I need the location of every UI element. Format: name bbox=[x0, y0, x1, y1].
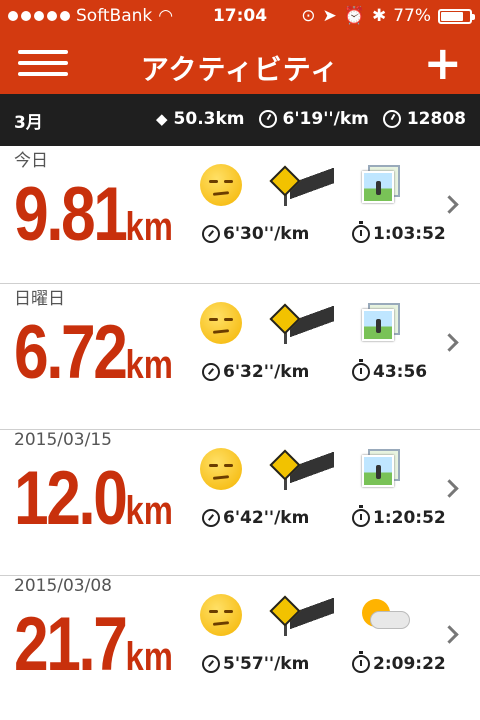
nav-bar: アクティビティ + bbox=[0, 34, 480, 94]
duration-value: 43:56 bbox=[373, 362, 428, 382]
photo-icon bbox=[362, 449, 402, 489]
alarm-icon: ⏰ bbox=[343, 6, 365, 26]
photo-icon bbox=[362, 303, 402, 343]
activity-duration: 1:20:52 bbox=[352, 505, 446, 528]
summary-calories-value: 12808 bbox=[406, 109, 466, 129]
pace-gauge-icon bbox=[202, 509, 220, 527]
activity-row[interactable]: 2015/03/08 21.7km 5'57''/km 2:09:22 bbox=[0, 576, 480, 720]
activity-pace: 6'42''/km bbox=[202, 508, 309, 528]
photo-icon bbox=[362, 165, 402, 205]
summary-month: 3月 bbox=[14, 113, 43, 133]
activity-row[interactable]: 今日 9.81km 6'30''/km 1:03:52 bbox=[0, 146, 480, 284]
distance-unit: km bbox=[125, 635, 173, 679]
pace-gauge-icon bbox=[202, 363, 220, 381]
activity-date: 今日 bbox=[14, 151, 48, 171]
activity-date: 2015/03/15 bbox=[14, 430, 112, 450]
chevron-right-icon bbox=[440, 625, 459, 644]
summary-distance-value: 50.3km bbox=[173, 109, 245, 129]
rotation-lock-icon: ⊙ bbox=[301, 6, 316, 26]
pace-value: 6'32''/km bbox=[223, 362, 310, 382]
activity-distance: 9.81km bbox=[14, 170, 173, 272]
distance-value: 21.7 bbox=[14, 602, 128, 687]
add-activity-button[interactable]: + bbox=[423, 38, 462, 88]
summary-distance: ◆ 50.3km bbox=[156, 109, 245, 129]
activity-pace: 5'57''/km bbox=[202, 654, 309, 674]
summary-pace: 6'19''/km bbox=[258, 109, 369, 129]
distance-value: 6.72 bbox=[14, 310, 128, 395]
road-route-icon bbox=[269, 302, 334, 344]
location-icon: ➤ bbox=[322, 6, 337, 26]
activity-pace: 6'30''/km bbox=[202, 224, 309, 244]
pace-value: 6'30''/km bbox=[223, 224, 310, 244]
chevron-right-icon bbox=[440, 479, 459, 498]
summary-pace-value: 6'19''/km bbox=[282, 109, 369, 129]
mood-face-icon bbox=[200, 302, 242, 344]
activity-duration: 43:56 bbox=[352, 359, 428, 382]
duration-value: 1:20:52 bbox=[373, 508, 446, 528]
stopwatch-icon bbox=[352, 651, 370, 673]
activity-distance: 12.0km bbox=[14, 454, 173, 556]
activity-date: 2015/03/08 bbox=[14, 576, 112, 596]
activity-pace: 6'32''/km bbox=[202, 362, 309, 382]
pace-value: 6'42''/km bbox=[223, 508, 310, 528]
road-route-icon bbox=[269, 448, 334, 490]
mood-face-icon bbox=[200, 594, 242, 636]
duration-value: 1:03:52 bbox=[373, 224, 446, 244]
pace-gauge-icon bbox=[258, 110, 277, 128]
status-bar: SoftBank ◠ 17:04 ⊙ ➤ ⏰ ✱ 77% bbox=[0, 0, 480, 34]
status-right: ⊙ ➤ ⏰ ✱ 77% bbox=[301, 6, 475, 26]
mood-face-icon bbox=[200, 164, 242, 206]
road-route-icon bbox=[269, 164, 334, 206]
activity-duration: 2:09:22 bbox=[352, 651, 446, 674]
stopwatch-icon bbox=[352, 505, 370, 527]
distance-value: 12.0 bbox=[14, 456, 128, 541]
pace-gauge-icon bbox=[202, 655, 220, 673]
road-route-icon bbox=[269, 594, 334, 636]
activity-row[interactable]: 日曜日 6.72km 6'32''/km 43:56 bbox=[0, 284, 480, 430]
distance-unit: km bbox=[125, 343, 173, 387]
activity-distance: 6.72km bbox=[14, 308, 173, 410]
mood-face-icon bbox=[200, 448, 242, 490]
battery-icon bbox=[438, 8, 475, 24]
bluetooth-icon: ✱ bbox=[371, 6, 387, 26]
activity-list: 今日 9.81km 6'30''/km 1:03:52 日曜日 6.72km 6… bbox=[0, 146, 480, 720]
stopwatch-icon bbox=[352, 359, 370, 381]
activity-duration: 1:03:52 bbox=[352, 221, 446, 244]
duration-value: 2:09:22 bbox=[373, 654, 446, 674]
pace-gauge-icon bbox=[202, 225, 220, 243]
summary-calories: 12808 bbox=[382, 109, 466, 129]
activity-date: 日曜日 bbox=[14, 289, 65, 309]
diamond-icon: ◆ bbox=[156, 110, 168, 128]
stopwatch-icon bbox=[352, 221, 370, 243]
distance-unit: km bbox=[125, 205, 173, 249]
distance-unit: km bbox=[125, 489, 173, 533]
activity-row[interactable]: 2015/03/15 12.0km 6'42''/km 1:20:52 bbox=[0, 430, 480, 576]
calories-icon bbox=[382, 110, 401, 128]
battery-percent: 77% bbox=[393, 6, 431, 26]
weather-icon bbox=[356, 597, 412, 633]
activity-distance: 21.7km bbox=[14, 600, 173, 702]
distance-value: 9.81 bbox=[14, 172, 128, 257]
page-title: アクティビティ bbox=[140, 53, 340, 86]
pace-value: 5'57''/km bbox=[223, 654, 310, 674]
chevron-right-icon bbox=[440, 333, 459, 352]
chevron-right-icon bbox=[440, 195, 459, 214]
monthly-summary: 3月 ◆ 50.3km 6'19''/km 12808 bbox=[0, 94, 480, 146]
